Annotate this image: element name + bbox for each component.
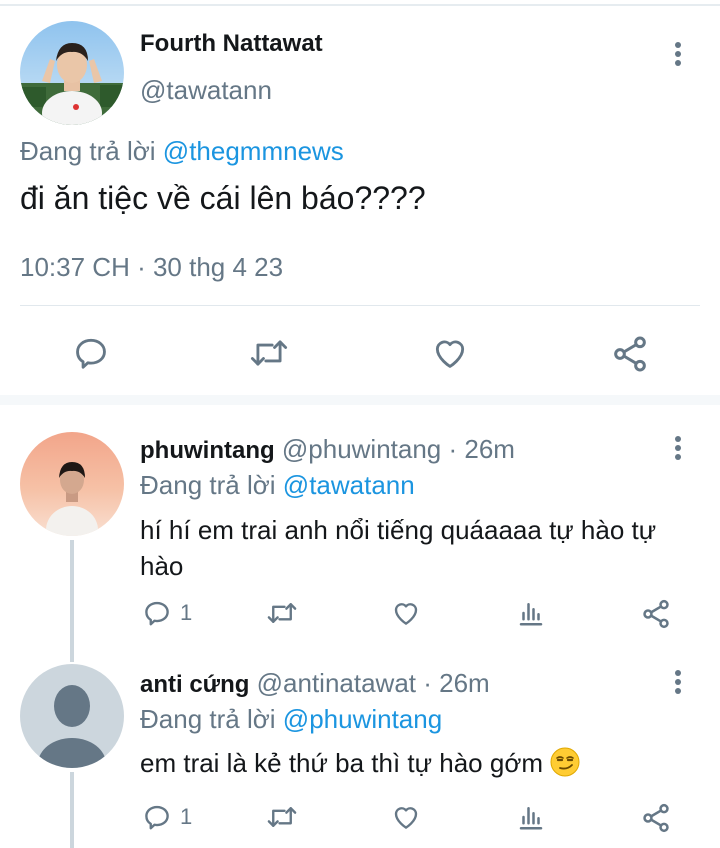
reply-header: phuwintang @phuwintang · 26m (140, 434, 515, 465)
replying-prefix: Đang trả lời (20, 136, 156, 166)
retweet-icon (267, 603, 297, 623)
reply-time: · 26m (448, 434, 515, 464)
display-name[interactable]: Fourth Nattawat (140, 30, 323, 58)
reply-icon (145, 805, 169, 830)
retweet-button[interactable] (264, 598, 300, 628)
more-vert-icon[interactable] (662, 428, 692, 468)
reply-display-name[interactable]: anti cứng (140, 671, 249, 698)
reply-button[interactable]: 1 (142, 802, 192, 832)
replying-mention-link[interactable]: @thegmmnews (163, 136, 344, 166)
reply-count: 1 (180, 600, 193, 625)
analytics-button[interactable] (516, 802, 546, 832)
reply-time: · 26m (423, 668, 490, 698)
avatar-fourth[interactable] (20, 21, 124, 125)
replying-to: Đang trả lời @phuwintang (140, 704, 442, 735)
reply-count: 1 (180, 804, 193, 829)
handle[interactable]: @tawatann (140, 75, 272, 106)
reply-text: hí hí em trai anh nổi tiếng quáaaaa tự h… (140, 515, 657, 581)
replying-to: Đang trả lời @thegmmnews (20, 136, 344, 167)
retweet-button[interactable] (264, 802, 300, 832)
top-divider (0, 4, 720, 6)
reply-text: em trai là kẻ thứ ba thì tự hào gớm (140, 748, 544, 778)
reply-text-container: em trai là kẻ thứ ba thì tự hào gớm (140, 745, 700, 781)
retweet-icon (250, 340, 288, 366)
analytics-icon (519, 807, 543, 830)
reply-button[interactable]: 1 (142, 598, 192, 628)
more-vert-icon[interactable] (662, 34, 692, 74)
like-button[interactable] (390, 802, 422, 832)
divider (20, 305, 700, 306)
replying-mention-link[interactable]: @tawatann (283, 470, 415, 500)
share-icon (643, 599, 669, 629)
like-button[interactable] (390, 598, 422, 628)
retweet-icon (267, 807, 297, 827)
tweet-text: đi ăn tiệc về cái lên báo???? (20, 180, 426, 216)
replying-prefix: Đang trả lời (140, 704, 276, 734)
reply-header: anti cứng @antinatawat · 26m (140, 668, 490, 699)
share-button[interactable] (640, 802, 672, 834)
section-separator (0, 395, 720, 405)
reply-handle[interactable]: @antinatawat (257, 668, 416, 698)
replying-mention-link[interactable]: @phuwintang (283, 704, 442, 734)
reply-button[interactable] (72, 334, 110, 372)
retweet-button[interactable] (246, 334, 292, 372)
reply-display-name[interactable]: phuwintang (140, 437, 275, 464)
reply-icon (76, 338, 106, 369)
avatar-phuwintang[interactable] (20, 432, 124, 536)
replying-to: Đang trả lời @tawatann (140, 470, 415, 501)
more-vert-icon[interactable] (662, 662, 692, 702)
share-button[interactable] (610, 334, 650, 374)
tweet-timestamp[interactable]: 10:37 CH · 30 thg 4 23 (20, 252, 283, 283)
like-icon (435, 340, 465, 368)
share-icon (614, 336, 646, 372)
analytics-icon (519, 603, 543, 626)
reply-icon (145, 601, 169, 626)
like-icon (394, 807, 418, 829)
replying-prefix: Đang trả lời (140, 470, 276, 500)
avatar-default[interactable] (20, 664, 124, 768)
share-button[interactable] (640, 598, 672, 630)
thread-line (70, 772, 74, 848)
like-icon (394, 603, 418, 625)
analytics-button[interactable] (516, 598, 546, 628)
reply-handle[interactable]: @phuwintang (282, 434, 441, 464)
smirking-face-emoji (550, 747, 580, 777)
thread-line (70, 540, 74, 662)
share-icon (643, 803, 669, 833)
like-button[interactable] (430, 334, 470, 372)
